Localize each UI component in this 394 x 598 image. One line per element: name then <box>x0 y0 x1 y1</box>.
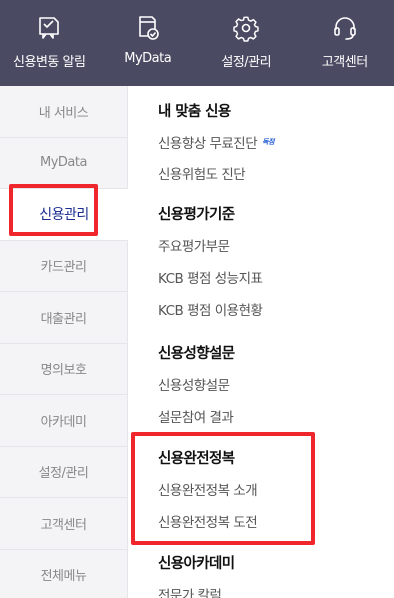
submenu-panel: 내 맞춤 신용 신용향상 무료진단 독점 신용위험도 진단 신용평가기준 주요평… <box>128 86 394 598</box>
menu-link-survey-result[interactable]: 설문참여 결과 <box>158 408 234 428</box>
top-nav-credit-alert[interactable]: 신용변동 알림 <box>0 0 99 86</box>
sidebar-item-card-management[interactable]: 카드관리 <box>0 241 127 292</box>
section-credit-criteria: 신용평가기준 주요평가부문 KCB 평점 성능지표 KCB 평점 이용현황 <box>128 205 263 321</box>
menu-link-label: 신용향상 무료진단 <box>158 136 258 152</box>
credit-alert-icon <box>34 13 64 43</box>
menu-link-expert-column[interactable]: 전문가 칼럼 <box>158 586 234 598</box>
gear-icon <box>231 13 261 43</box>
menu-link-main-evaluation[interactable]: 주요평가부문 <box>158 237 262 257</box>
menu-link-mastery-challenge[interactable]: 신용완전정복 도전 <box>158 513 258 533</box>
section-title: 신용완전정복 <box>158 451 235 467</box>
sidebar-item-customer-center[interactable]: 고객센터 <box>0 498 127 550</box>
top-nav-label: MyData <box>124 51 172 66</box>
headset-icon <box>330 13 360 43</box>
section-credit-academy: 신용아카데미 전문가 칼럼 <box>128 554 235 598</box>
top-nav-mydata[interactable]: MyData <box>99 0 198 86</box>
menu-link-credit-survey[interactable]: 신용성향설문 <box>158 376 234 396</box>
section-credit-mastery: 신용완전정복 신용완전정복 소개 신용완전정복 도전 <box>128 449 258 533</box>
section-custom-credit: 내 맞춤 신용 신용향상 무료진단 독점 신용위험도 진단 <box>128 102 275 185</box>
top-nav-label: 고객센터 <box>321 55 368 70</box>
menu-link-kcb-usage[interactable]: KCB 평점 이용현황 <box>158 301 263 321</box>
sidebar-item-loan-management[interactable]: 대출관리 <box>0 292 127 344</box>
section-title: 신용평가기준 <box>158 207 235 223</box>
sidebar-item-my-service[interactable]: 내 서비스 <box>0 86 127 138</box>
sidebar: 내 서비스 MyData 신용관리 카드관리 대출관리 명의보호 아카데미 설정… <box>0 86 128 598</box>
mydata-icon <box>133 13 163 43</box>
section-title: 내 맞춤 신용 <box>158 104 231 120</box>
sidebar-item-all-menu[interactable]: 전체메뉴 <box>0 550 127 598</box>
section-title: 신용성향설문 <box>158 346 235 362</box>
sidebar-item-academy[interactable]: 아카데미 <box>0 395 127 447</box>
section-title: 신용아카데미 <box>158 556 235 572</box>
sidebar-item-mydata[interactable]: MyData <box>0 138 127 189</box>
sidebar-item-identity-protection[interactable]: 명의보호 <box>0 344 127 395</box>
top-nav-label: 설정/관리 <box>221 55 272 70</box>
top-nav-customer-center[interactable]: 고객센터 <box>296 0 394 86</box>
sidebar-item-credit-management[interactable]: 신용관리 <box>0 189 128 241</box>
menu-link-kcb-performance[interactable]: KCB 평점 성능지표 <box>158 269 263 289</box>
top-nav-bar: 신용변동 알림 MyData 설정/관리 고객센터 <box>0 0 394 86</box>
menu-link-credit-risk[interactable]: 신용위험도 진단 <box>158 165 274 185</box>
exclusive-badge: 독점 <box>262 137 275 146</box>
section-credit-survey: 신용성향설문 신용성향설문 설문참여 결과 <box>128 344 235 428</box>
top-nav-label: 신용변동 알림 <box>13 55 86 70</box>
top-nav-settings[interactable]: 설정/관리 <box>197 0 296 86</box>
menu-link-credit-improvement[interactable]: 신용향상 무료진단 독점 <box>158 134 275 154</box>
sidebar-item-settings[interactable]: 설정/관리 <box>0 447 127 498</box>
menu-link-mastery-intro[interactable]: 신용완전정복 소개 <box>158 481 258 501</box>
